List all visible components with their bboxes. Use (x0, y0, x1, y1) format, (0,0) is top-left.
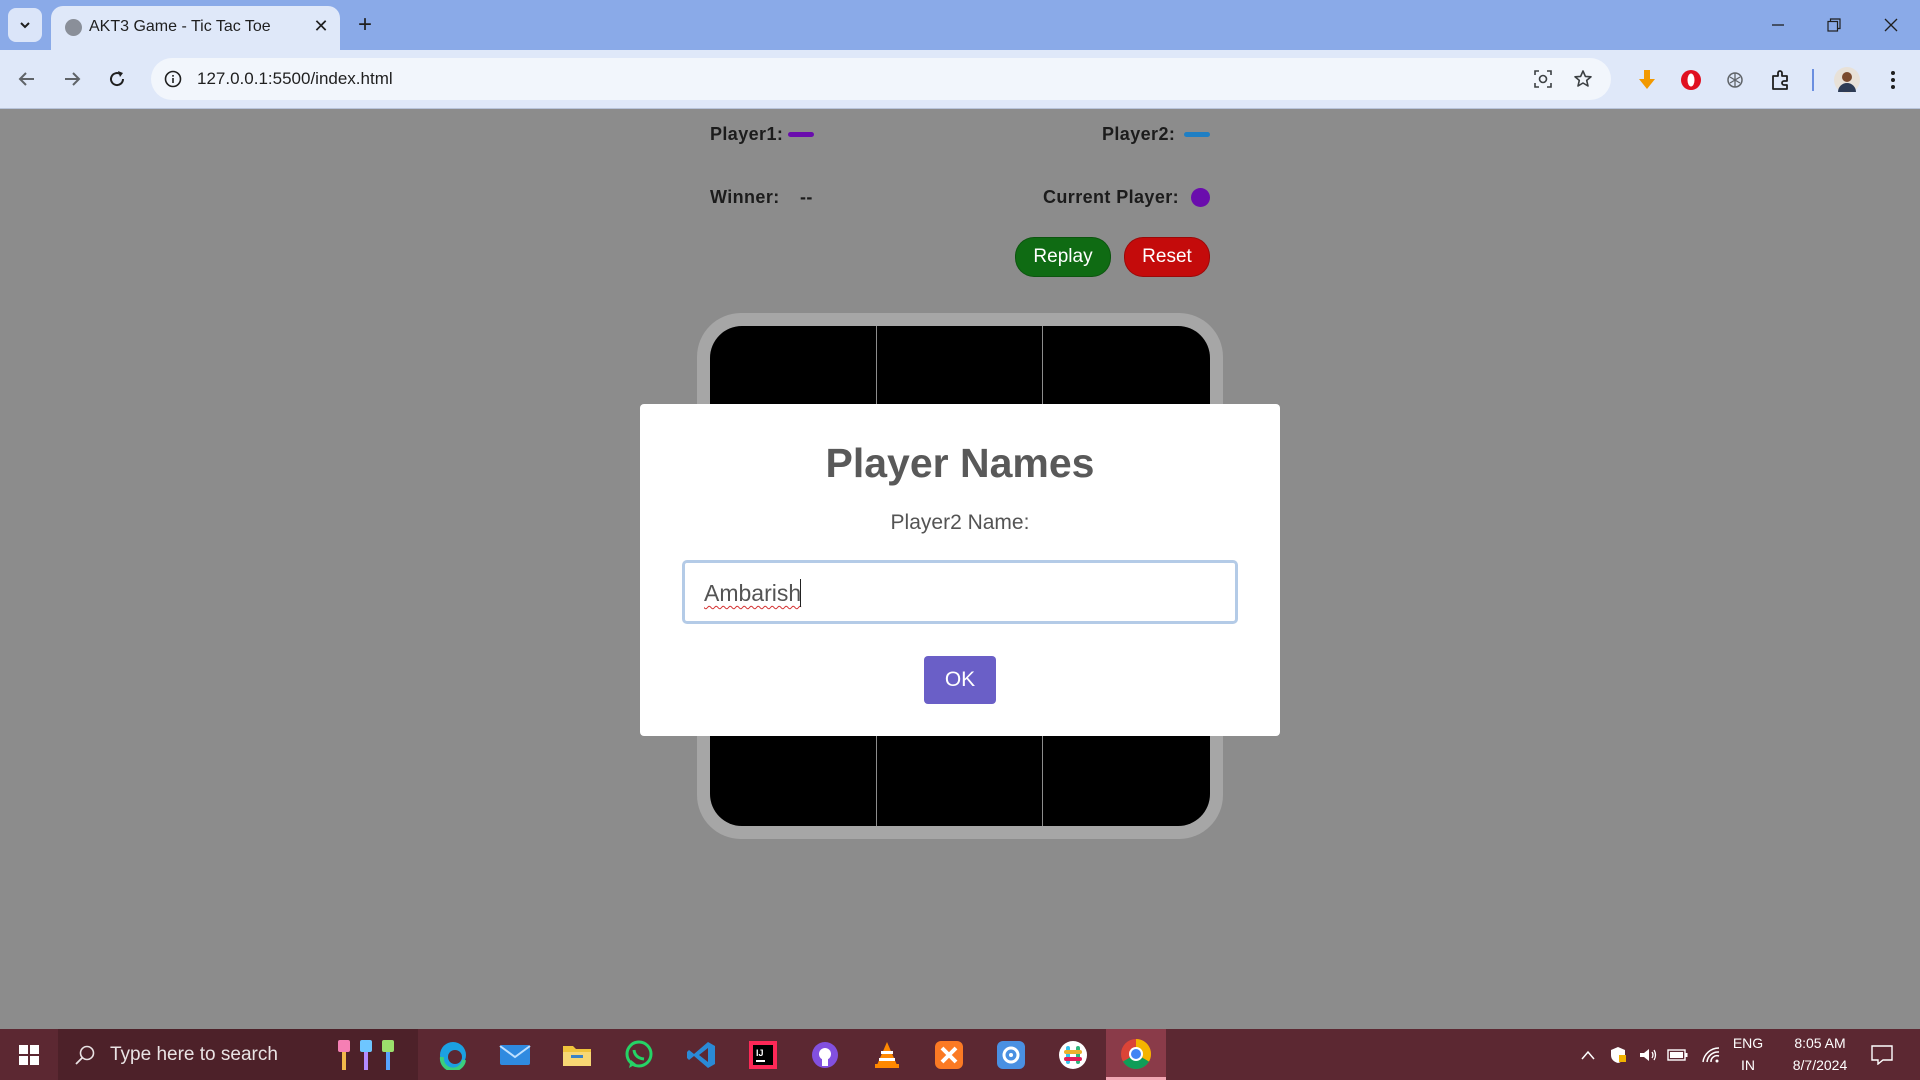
paint-brushes-icon[interactable] (330, 1039, 410, 1071)
winner-value: -- (800, 187, 813, 207)
tab-search-button[interactable] (8, 8, 42, 42)
search-placeholder: Type here to search (110, 1044, 278, 1065)
restore-icon[interactable] (1814, 8, 1854, 42)
minimize-icon[interactable] (1758, 8, 1798, 42)
chrome-taskbar-button[interactable] (1106, 1029, 1166, 1080)
ai-extension-icon[interactable] (1721, 66, 1749, 94)
chevron-up-icon[interactable] (1577, 1044, 1599, 1066)
player1-label: Player1: (710, 124, 784, 144)
opera-extension-icon[interactable] (1677, 66, 1705, 94)
kebab-menu-icon[interactable] (1879, 66, 1907, 94)
windows-start-button[interactable] (0, 1029, 58, 1080)
text-caret (800, 579, 801, 607)
clock-date: 8/7/2024 (1792, 1057, 1848, 1073)
volume-icon[interactable] (1637, 1044, 1659, 1066)
player2-color-line (1184, 132, 1210, 137)
screenshot-icon[interactable] (1531, 67, 1555, 91)
wifi-icon[interactable] (1700, 1044, 1722, 1066)
player2-label: Player2: (1102, 124, 1176, 144)
tab-title: AKT3 Game - Tic Tac Toe (89, 18, 271, 35)
reset-button[interactable]: Reset (1124, 237, 1210, 277)
svg-text:IJ: IJ (756, 1048, 764, 1058)
slack-icon[interactable] (1057, 1039, 1089, 1071)
edge-icon[interactable] (437, 1039, 469, 1071)
globe-icon (65, 19, 82, 36)
bookmark-star-icon[interactable] (1571, 67, 1595, 91)
profile-avatar[interactable] (1833, 66, 1861, 94)
dialog-title: Player Names (825, 440, 1095, 486)
clock[interactable]: 8:05 AM 8/7/2024 (1770, 1032, 1870, 1076)
ok-button[interactable]: OK (924, 656, 996, 704)
xampp-icon[interactable] (933, 1039, 965, 1071)
windows-logo-icon (19, 1044, 39, 1065)
download-extension-icon[interactable] (1633, 66, 1661, 94)
player1-color-line (788, 132, 814, 137)
settings-app-icon[interactable] (995, 1039, 1027, 1071)
reload-icon[interactable] (101, 63, 133, 95)
site-info-icon[interactable] (161, 67, 185, 91)
language-indicator[interactable]: ENG IN (1726, 1032, 1770, 1076)
chrome-icon (1121, 1039, 1152, 1070)
close-tab-icon[interactable]: ✕ (309, 14, 333, 38)
security-shield-icon[interactable] (1607, 1044, 1629, 1066)
address-bar[interactable]: 127.0.0.1:5500/index.html (151, 58, 1611, 100)
current-player-indicator (1191, 188, 1210, 207)
forward-arrow-icon[interactable] (56, 63, 88, 95)
player-names-dialog: Player Names Player2 Name: Ambarish OK (640, 404, 1280, 736)
browser-toolbar: 127.0.0.1:5500/index.html (0, 50, 1920, 109)
vscode-icon[interactable] (685, 1039, 717, 1071)
whatsapp-icon[interactable] (623, 1039, 655, 1071)
windows-taskbar: Type here to search IJ ENG IN 8:05 AM 8/… (0, 1029, 1920, 1080)
file-explorer-icon[interactable] (561, 1039, 593, 1071)
winner-label: Winner: (710, 187, 780, 207)
player2-name-value: Ambarish (704, 580, 802, 606)
battery-icon[interactable] (1667, 1044, 1689, 1066)
player2-name-input[interactable]: Ambarish (682, 560, 1238, 624)
language-code: ENG (1732, 1035, 1764, 1051)
chevron-down-icon (20, 22, 30, 29)
current-player-label: Current Player: (1043, 187, 1180, 207)
browser-tab[interactable]: AKT3 Game - Tic Tac Toe ✕ (51, 6, 340, 50)
player2-name-label: Player2 Name: (890, 511, 1030, 534)
back-arrow-icon[interactable] (11, 63, 43, 95)
intellij-icon[interactable]: IJ (747, 1039, 779, 1071)
new-tab-button[interactable]: + (350, 10, 380, 40)
vlc-icon[interactable] (871, 1039, 903, 1071)
url-text: 127.0.0.1:5500/index.html (197, 69, 393, 88)
browser-tab-bar: AKT3 Game - Tic Tac Toe ✕ + (0, 0, 1920, 50)
clock-time: 8:05 AM (1794, 1035, 1846, 1051)
replay-button[interactable]: Replay (1015, 237, 1111, 277)
region-code: IN (1741, 1057, 1755, 1073)
close-window-icon[interactable] (1871, 8, 1911, 42)
mail-icon[interactable] (499, 1039, 531, 1071)
notification-icon[interactable] (1869, 1042, 1895, 1068)
puzzle-extensions-icon[interactable] (1767, 66, 1795, 94)
github-desktop-icon[interactable] (809, 1039, 841, 1071)
search-icon (75, 1045, 95, 1065)
toolbar-divider (1812, 69, 1814, 91)
